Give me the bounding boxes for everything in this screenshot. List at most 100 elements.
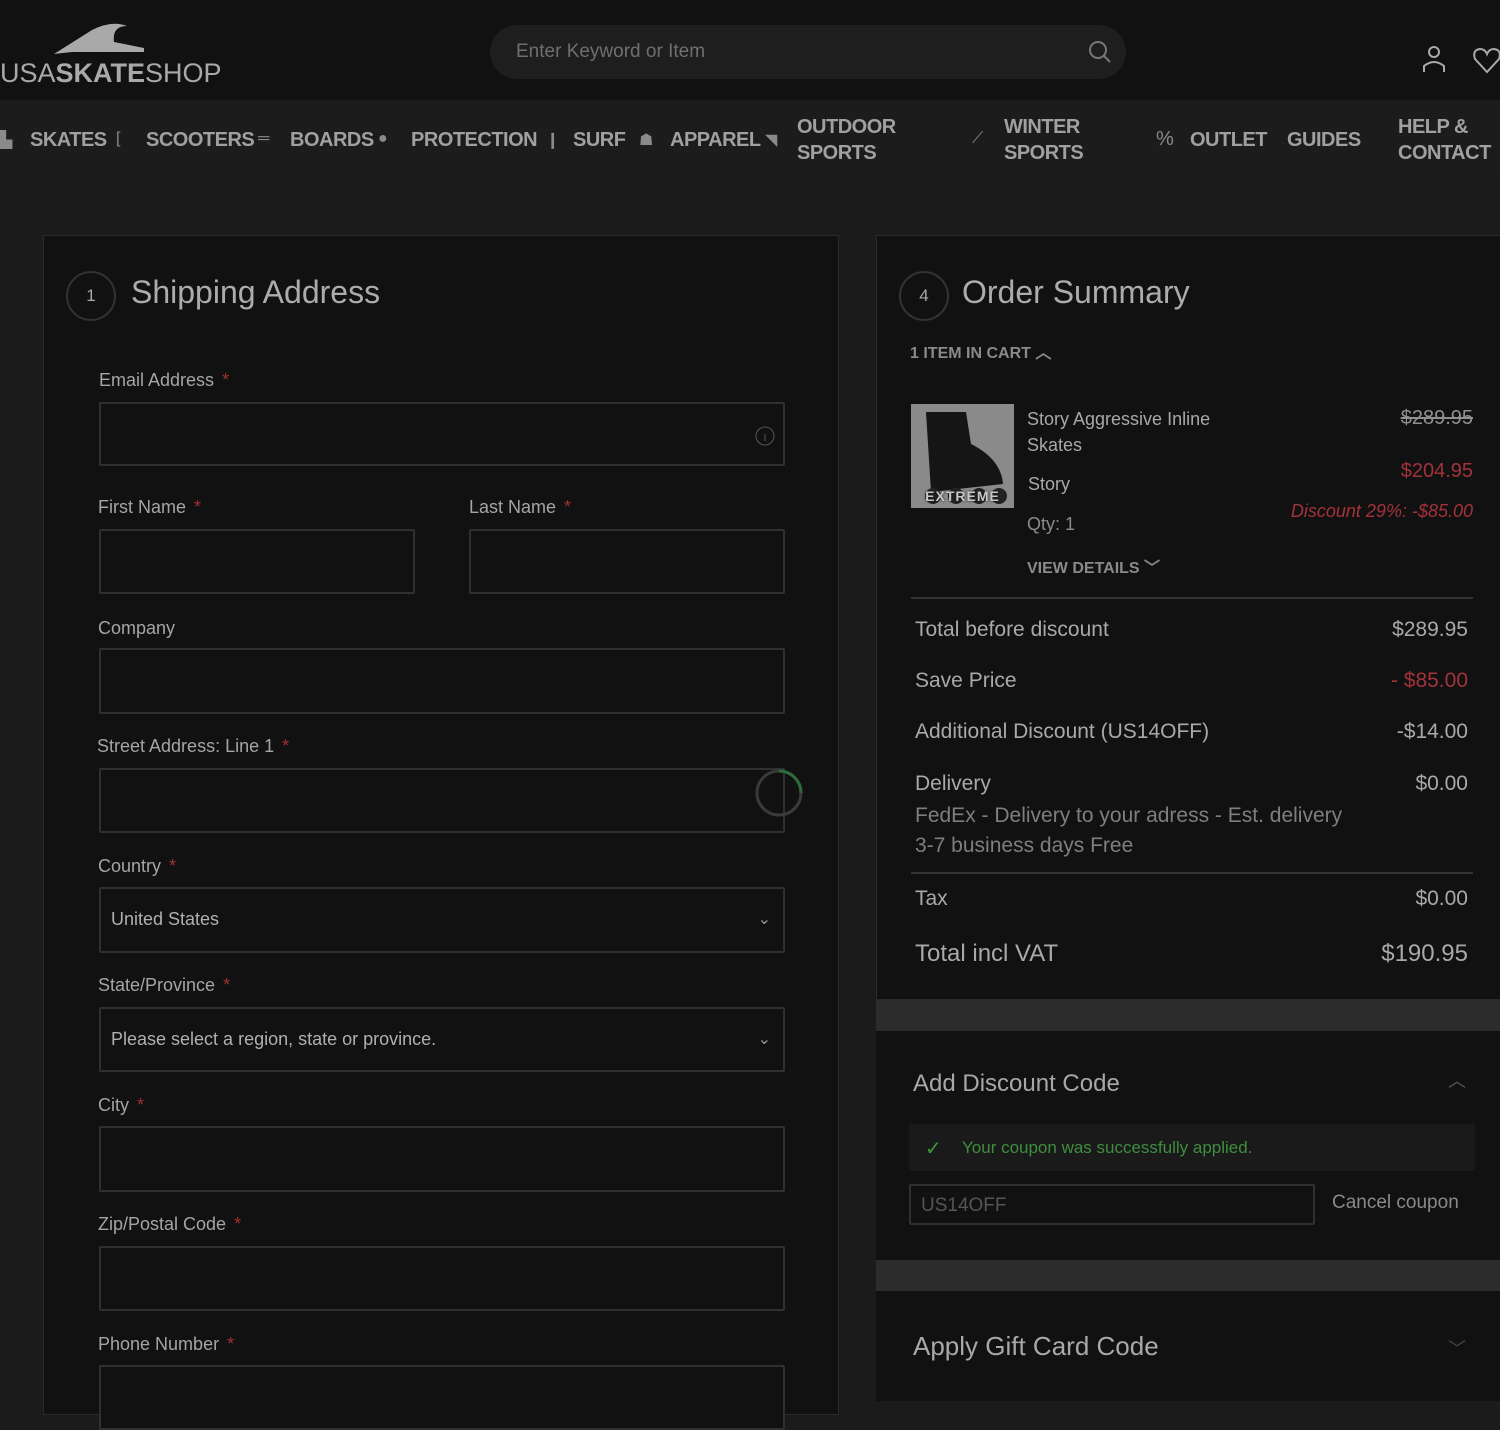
logo-usa: USA	[0, 58, 56, 88]
items-in-cart-toggle[interactable]: 1 ITEM IN CART ︿	[910, 339, 1051, 363]
discount-label: Discount 29%: -$85.00	[1290, 501, 1473, 521]
cancel-coupon-button[interactable]: Cancel coupon	[1332, 1192, 1459, 1214]
nav-guides[interactable]: GUIDES	[1287, 127, 1361, 153]
zip-field[interactable]	[99, 1246, 785, 1311]
save-price-value: - $85.00	[1390, 669, 1468, 692]
zip-label: Zip/Postal Code *	[98, 1214, 242, 1234]
product-image[interactable]: EXTREME	[911, 404, 1014, 508]
last-name-field[interactable]	[469, 529, 785, 594]
board-icon: ═	[258, 130, 270, 147]
hoodie-icon: ☗	[639, 132, 654, 149]
search-input[interactable]: Enter Keyword or Item	[490, 25, 1126, 79]
product-name[interactable]: Story Aggressive Inline Skates	[1027, 406, 1247, 458]
chevron-down-icon: ⌄	[757, 1031, 771, 1048]
gift-card-section: Apply Gift Card Code ﹀	[876, 1291, 1500, 1401]
nav-apparel[interactable]: APPAREL	[670, 127, 761, 153]
nav-protection[interactable]: PROTECTION	[411, 127, 538, 153]
nav-help-contact[interactable]: HELP & CONTACT	[1398, 114, 1493, 166]
country-label: Country *	[98, 856, 177, 876]
chevron-down-icon[interactable]: ﹀	[1448, 1335, 1466, 1361]
state-label: State/Province *	[98, 975, 231, 995]
first-name-field[interactable]	[99, 529, 415, 594]
discount-code-title[interactable]: Add Discount Code	[913, 1070, 1120, 1098]
nav-boards[interactable]: BOARDS	[290, 127, 374, 153]
phone-field[interactable]	[99, 1365, 785, 1430]
checkmark-icon: ✓	[925, 1138, 942, 1160]
tax-value: $0.00	[1415, 887, 1468, 910]
nav-outlet[interactable]: OUTLET	[1190, 127, 1268, 153]
tax-label: Tax	[915, 887, 948, 910]
order-summary-panel: 4 Order Summary 1 ITEM IN CART ︿ EXTREME…	[876, 235, 1500, 1000]
account-icon[interactable]	[1421, 44, 1447, 74]
nav-surf[interactable]: SURF	[573, 127, 626, 153]
street-label: Street Address: Line 1 *	[97, 736, 290, 756]
gift-card-title[interactable]: Apply Gift Card Code	[913, 1331, 1159, 1362]
discount-code-section: Add Discount Code ︿ ✓ Your coupon was su…	[876, 1031, 1500, 1260]
total-value: $190.95	[1381, 940, 1468, 967]
view-details-toggle[interactable]: VIEW DETAILS ﹀	[1027, 554, 1160, 578]
coupon-success-message: ✓ Your coupon was successfully applied.	[909, 1124, 1475, 1171]
main-nav: ▙ SKATES [ SCOOTERS ═ BOARDS ● PROTECTIO…	[0, 100, 1500, 180]
phone-label: Phone Number *	[98, 1334, 235, 1354]
search-placeholder: Enter Keyword or Item	[516, 41, 706, 62]
percent-icon: %	[1156, 128, 1174, 150]
street-address-field[interactable]	[99, 768, 785, 833]
logo-shop: SHOP	[145, 58, 222, 88]
skate-icon: ▙	[0, 132, 13, 149]
delivery-description: FedEx - Delivery to your adress - Est. d…	[915, 804, 1343, 857]
country-select[interactable]: United States ⌄	[99, 887, 785, 953]
email-field[interactable]	[99, 402, 785, 466]
chevron-up-icon[interactable]: ︿	[1448, 1067, 1466, 1093]
state-select[interactable]: Please select a region, state or provinc…	[99, 1007, 785, 1072]
step-number: 1	[66, 271, 116, 321]
surfboard-icon: ❙	[546, 132, 560, 149]
delivery-label: Delivery	[915, 772, 991, 795]
email-label: Email Address *	[99, 370, 230, 390]
loading-spinner-icon	[755, 769, 803, 817]
total-label: Total incl VAT	[915, 940, 1059, 967]
product-qty: Qty: 1	[1027, 514, 1076, 534]
shipping-address-panel: 1 Shipping Address Email Address * First …	[43, 235, 839, 1430]
scooter-icon: [	[116, 130, 121, 147]
nav-outdoor-sports[interactable]: OUTDOOR SPORTS	[797, 114, 907, 166]
chevron-up-icon: ︿	[1035, 345, 1052, 362]
nav-winter-sports[interactable]: WINTER SPORTS	[1004, 114, 1094, 166]
company-field[interactable]	[99, 648, 785, 714]
product-image-brand-text: EXTREME	[925, 488, 1000, 504]
header: USASKATESHOP Enter Keyword or Item	[0, 0, 1500, 100]
additional-discount-label: Additional Discount (US14OFF)	[915, 720, 1210, 743]
city-label: City *	[98, 1095, 145, 1115]
logo-skate: SKATE	[55, 58, 146, 88]
total-before-discount-label: Total before discount	[915, 618, 1109, 641]
wishlist-heart-icon[interactable]	[1472, 46, 1500, 74]
first-name-label: First Name *	[98, 497, 202, 517]
logo[interactable]: USASKATESHOP	[0, 58, 222, 89]
sale-price: $204.95	[1400, 460, 1473, 482]
discount-code-input[interactable]: US14OFF	[909, 1184, 1315, 1225]
nav-scooters[interactable]: SCOOTERS	[146, 127, 255, 153]
outdoor-icon: ◥	[765, 132, 778, 149]
chevron-down-icon: ﹀	[1144, 560, 1161, 577]
total-before-discount-value: $289.95	[1392, 618, 1468, 641]
city-field[interactable]	[99, 1126, 785, 1192]
section-title: Order Summary	[962, 274, 1190, 310]
nav-skates[interactable]: SKATES	[30, 127, 107, 153]
company-label: Company	[98, 618, 176, 638]
last-name-label: Last Name *	[469, 497, 572, 517]
wave-logo-icon	[54, 23, 144, 54]
separator	[876, 1260, 1500, 1291]
info-icon	[755, 426, 775, 446]
original-price: $289.95	[1400, 407, 1473, 429]
section-title: Shipping Address	[131, 274, 381, 310]
helmet-icon: ●	[378, 130, 388, 147]
divider	[911, 872, 1473, 874]
search-icon[interactable]	[1088, 40, 1112, 64]
chevron-down-icon: ⌄	[757, 911, 771, 928]
save-price-label: Save Price	[915, 669, 1017, 692]
separator	[876, 1000, 1500, 1031]
step-number: 4	[899, 271, 949, 321]
divider	[911, 597, 1473, 599]
snowboard-icon: ⟋	[972, 130, 984, 147]
product-brand: Story	[1028, 474, 1071, 494]
additional-discount-value: -$14.00	[1396, 720, 1468, 743]
